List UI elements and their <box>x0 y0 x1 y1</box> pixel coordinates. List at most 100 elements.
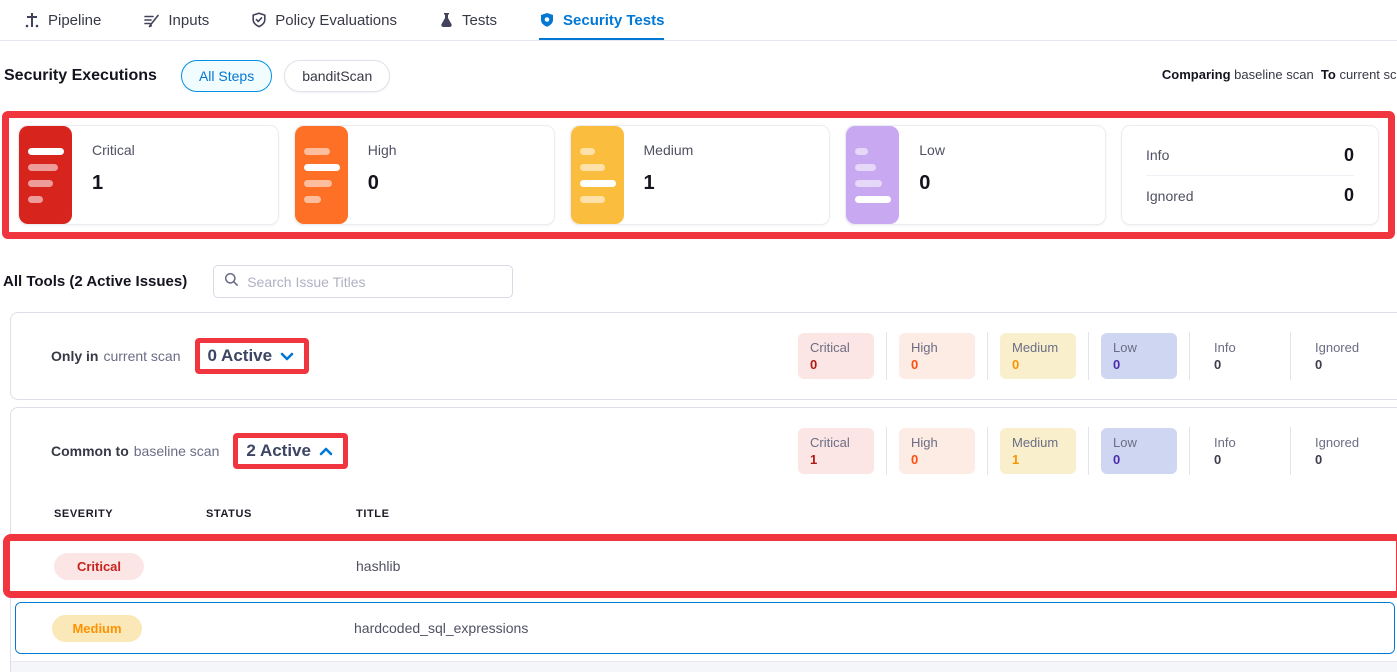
executions-header: Security Executions All Steps banditScan… <box>0 41 1397 111</box>
page-title: Security Executions <box>4 67 157 85</box>
security-shield-icon <box>539 12 555 28</box>
chevron-down-icon <box>280 346 294 366</box>
card-count: 1 <box>644 172 694 195</box>
chip-value: 0 <box>1315 452 1367 467</box>
chip-label: Low <box>1113 435 1165 450</box>
tools-title: All Tools (2 Active Issues) <box>3 273 187 290</box>
chip-value: 0 <box>1315 357 1367 372</box>
tools-header: All Tools (2 Active Issues) <box>3 265 1397 298</box>
group-label: Common to baseline scan 2 Active <box>51 433 348 469</box>
issue-row-selected-outline: Medium hardcoded_sql_expressions <box>15 602 1395 654</box>
shield-check-icon <box>251 12 267 28</box>
chip-label: Ignored <box>1315 435 1367 450</box>
severity-chips: Critical 0 High 0 Medium 0 Low 0 Info <box>798 332 1379 380</box>
tab-security-tests[interactable]: Security Tests <box>539 0 664 40</box>
annotation-box-severity-cards: Critical 1 High 0 Medium 1 <box>2 111 1395 239</box>
tab-inputs[interactable]: Inputs <box>143 0 209 40</box>
issue-title: hashlib <box>356 558 1396 574</box>
tab-tests[interactable]: Tests <box>439 0 497 40</box>
ignored-row: Ignored 0 <box>1146 175 1354 215</box>
chip-value: 1 <box>1012 452 1064 467</box>
chip-critical: Critical 0 <box>798 333 874 379</box>
card-count: 1 <box>92 172 135 195</box>
chip-low: Low 0 <box>1101 428 1177 474</box>
low-bars-icon <box>846 126 899 224</box>
chip-high: High 0 <box>899 333 975 379</box>
chip-ignored: Ignored 0 <box>1303 333 1379 379</box>
annotation-box-issue-row: Critical hashlib <box>3 534 1397 598</box>
info-label: Info <box>1146 147 1169 163</box>
column-header-status: STATUS <box>206 508 356 520</box>
card-label: High <box>368 142 397 158</box>
current-scan-selector[interactable]: current scan <box>1339 67 1397 82</box>
chip-label: High <box>911 340 963 355</box>
group-prefix: Only in <box>51 348 98 364</box>
chip-value: 0 <box>1214 452 1266 467</box>
baseline-scan-selector[interactable]: baseline scan <box>1234 67 1314 82</box>
search-input[interactable] <box>247 274 502 290</box>
tab-policy-evaluations[interactable]: Policy Evaluations <box>251 0 397 40</box>
tab-label: Pipeline <box>48 12 101 29</box>
chip-value: 0 <box>1012 357 1064 372</box>
pipeline-icon <box>24 12 40 28</box>
annotation-box-active-dropdown: 0 Active <box>195 338 310 374</box>
chip-label: Ignored <box>1315 340 1367 355</box>
filter-banditscan[interactable]: banditScan <box>284 60 390 92</box>
severity-badge: Medium <box>52 615 142 642</box>
medium-bars-icon <box>571 126 624 224</box>
active-count-dropdown[interactable]: 0 Active <box>208 346 295 366</box>
chip-label: Low <box>1113 340 1165 355</box>
chip-value: 0 <box>911 357 963 372</box>
group-header: Only in current scan 0 Active Critical 0 <box>11 313 1397 399</box>
chip-label: Critical <box>810 435 862 450</box>
bottom-strip <box>11 661 1397 672</box>
chip-label: Critical <box>810 340 862 355</box>
chip-value: 0 <box>1214 357 1266 372</box>
group-prefix: Common to <box>51 443 129 459</box>
issue-row-hardcoded-sql[interactable]: Medium hardcoded_sql_expressions <box>16 603 1394 653</box>
chip-info: Info 0 <box>1202 428 1278 474</box>
issues-table-header: SEVERITY STATUS TITLE <box>11 494 1397 532</box>
chip-label: Medium <box>1012 435 1064 450</box>
active-count-label: 2 Active <box>246 441 311 461</box>
card-label: Critical <box>92 142 135 158</box>
ignored-label: Ignored <box>1146 188 1193 204</box>
column-header-severity: SEVERITY <box>54 508 206 520</box>
card-count: 0 <box>919 172 945 195</box>
tab-label: Security Tests <box>563 12 664 29</box>
info-count: 0 <box>1344 145 1354 166</box>
chip-label: Medium <box>1012 340 1064 355</box>
severity-cards-row: Critical 1 High 0 Medium 1 <box>18 125 1379 225</box>
security-tests-page: Pipeline Inputs Policy Evaluations Tests… <box>0 0 1397 672</box>
tab-pipeline[interactable]: Pipeline <box>24 0 101 40</box>
ignored-count: 0 <box>1344 185 1354 206</box>
chip-value: 0 <box>1113 452 1165 467</box>
card-label: Medium <box>644 142 694 158</box>
issue-row-hashlib[interactable]: Critical hashlib <box>10 541 1396 591</box>
card-count: 0 <box>368 172 397 195</box>
high-bars-icon <box>295 126 348 224</box>
inputs-icon <box>143 12 160 28</box>
chip-high: High 0 <box>899 428 975 474</box>
info-row: Info 0 <box>1146 135 1354 175</box>
chip-label: Info <box>1214 435 1266 450</box>
annotation-box-active-dropdown: 2 Active <box>233 433 348 469</box>
group-label: Only in current scan 0 Active <box>51 338 309 374</box>
card-label: Low <box>919 142 945 158</box>
chevron-up-icon <box>319 441 333 461</box>
execution-tabbar: Pipeline Inputs Policy Evaluations Tests… <box>0 0 1397 41</box>
info-ignored-card: Info 0 Ignored 0 <box>1121 125 1379 225</box>
chip-value: 0 <box>911 452 963 467</box>
group-header: Common to baseline scan 2 Active Critica… <box>11 408 1397 494</box>
issue-search[interactable] <box>213 265 513 298</box>
chip-low: Low 0 <box>1101 333 1177 379</box>
filter-all-steps[interactable]: All Steps <box>181 60 272 92</box>
group-scan: current scan <box>103 348 180 364</box>
severity-card-critical: Critical 1 <box>18 125 279 225</box>
group-common-to-baseline-scan: Common to baseline scan 2 Active Critica… <box>10 407 1397 672</box>
search-icon <box>224 272 239 292</box>
chip-value: 1 <box>810 452 862 467</box>
chip-medium: Medium 0 <box>1000 333 1076 379</box>
active-count-dropdown[interactable]: 2 Active <box>246 441 333 461</box>
chip-label: Info <box>1214 340 1266 355</box>
